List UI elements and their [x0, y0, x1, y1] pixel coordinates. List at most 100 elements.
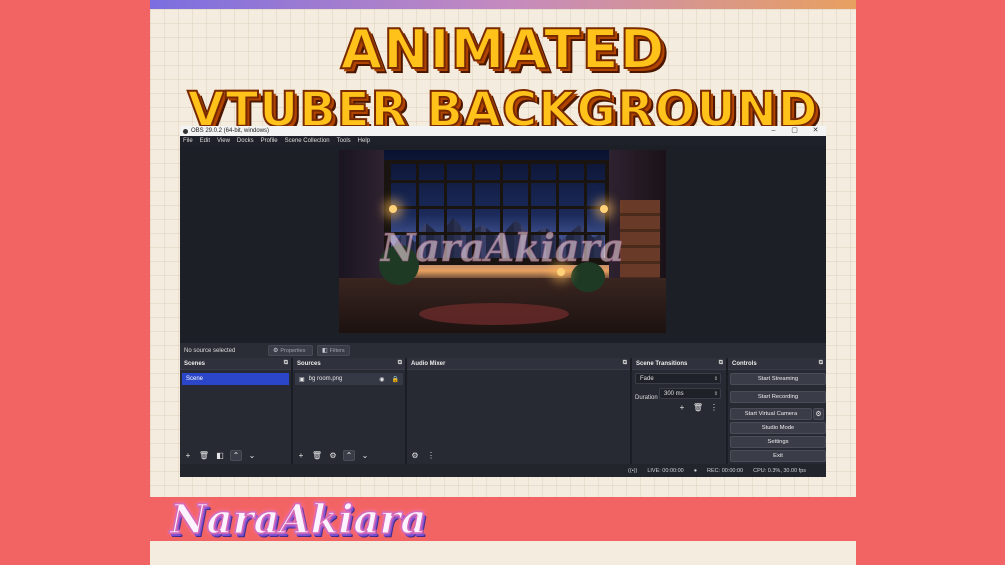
virtual-camera-gear-icon[interactable]: ⚙	[813, 408, 824, 420]
duration-label: Duration	[635, 395, 658, 401]
scene-transitions-dock: Scene Transitions ⧉ Fade ⇕ Duration 300 …	[632, 358, 726, 464]
audio-mixer-dock: Audio Mixer ⧉ ⚙ ⋮	[407, 358, 630, 464]
trash-icon[interactable]: 🗑	[198, 450, 210, 461]
duration-spinbox[interactable]: 300 ms ⇕	[659, 388, 721, 399]
move-up-icon[interactable]: ⌃	[343, 450, 355, 461]
settings-button[interactable]: Settings	[730, 436, 826, 448]
advanced-audio-gear-icon[interactable]: ⚙	[409, 450, 421, 461]
gear-icon[interactable]: ⚙	[327, 450, 339, 461]
no-source-label: No source selected	[184, 347, 236, 354]
scene-preview-image: NaraAkiara	[339, 150, 666, 333]
undock-icon[interactable]: ⧉	[719, 360, 723, 367]
live-icon: ((•))	[628, 467, 638, 474]
gear-icon: ⚙	[273, 348, 279, 354]
source-name: bg room.png	[308, 376, 343, 382]
scenes-toolbar: + 🗑 ◧ ⌃ ⌄	[182, 450, 258, 461]
more-options-icon[interactable]: ⋮	[708, 402, 720, 413]
source-list-item[interactable]: ▣ bg room.png ◉ 🔒	[295, 373, 403, 385]
start-streaming-button[interactable]: Start Streaming	[730, 373, 826, 385]
undock-icon[interactable]: ⧉	[623, 360, 627, 367]
scene-list-item[interactable]: Scene	[182, 373, 289, 385]
close-button[interactable]: ✕	[805, 126, 826, 136]
sources-toolbar: + 🗑 ⚙ ⌃ ⌄	[295, 450, 371, 461]
sources-dock-header: Sources ⧉	[293, 358, 405, 370]
trash-icon[interactable]: 🗑	[311, 450, 323, 461]
maximize-button[interactable]: ▢	[784, 126, 805, 136]
eye-icon[interactable]: ◉	[379, 376, 384, 383]
watermark-signature: NaraAkiara	[380, 225, 625, 271]
lamp-right	[600, 205, 608, 213]
menu-help[interactable]: Help	[358, 138, 370, 144]
duration-value: 300 ms	[664, 390, 684, 397]
scenes-dock: Scenes ⧉ Scene + 🗑 ◧ ⌃ ⌄	[180, 358, 291, 464]
scene-filters-icon[interactable]: ◧	[214, 450, 226, 461]
transition-select[interactable]: Fade ⇕	[635, 373, 721, 384]
scene-transitions-title: Scene Transitions	[636, 360, 688, 367]
undock-icon[interactable]: ⧉	[398, 360, 402, 367]
window-title: OBS 29.0.2 (64-bit, windows)	[191, 128, 270, 134]
rec-icon: ●	[693, 467, 698, 474]
move-up-icon[interactable]: ⌃	[230, 450, 242, 461]
cpu-stats: CPU: 0.3%, 30.00 fps	[753, 467, 806, 474]
obs-window: OBS 29.0.2 (64-bit, windows) – ▢ ✕ File …	[180, 126, 826, 477]
scenes-title: Scenes	[184, 360, 206, 367]
start-virtual-camera-button[interactable]: Start Virtual Camera	[730, 408, 812, 420]
exit-button[interactable]: Exit	[730, 450, 826, 462]
menu-bar: File Edit View Docks Profile Scene Colle…	[180, 136, 826, 145]
brand-signature-logo: NaraAkiara	[169, 495, 427, 544]
controls-dock: Controls ⧉ Start Streaming Start Recordi…	[728, 358, 826, 464]
menu-profile[interactable]: Profile	[261, 138, 278, 144]
menu-docks[interactable]: Docks	[237, 138, 254, 144]
menu-edit[interactable]: Edit	[200, 138, 210, 144]
minimize-button[interactable]: –	[763, 126, 784, 136]
audio-mixer-title: Audio Mixer	[411, 360, 446, 367]
rec-timer: REC: 00:00:00	[707, 467, 744, 474]
more-options-icon[interactable]: ⋮	[425, 450, 437, 461]
undock-icon[interactable]: ⧉	[284, 360, 288, 367]
filter-icon: ◧	[322, 348, 328, 354]
filters-button[interactable]: ◧ Filters	[317, 345, 350, 356]
menu-view[interactable]: View	[217, 138, 230, 144]
transitions-toolbar: + 🗑 ⋮	[676, 402, 720, 413]
select-arrows-icon: ⇕	[713, 375, 718, 382]
scenes-dock-header: Scenes ⧉	[180, 358, 291, 370]
live-timer: LIVE: 00:00:00	[647, 467, 684, 474]
undock-icon[interactable]: ⧉	[819, 360, 823, 367]
audio-mixer-toolbar: ⚙ ⋮	[409, 450, 437, 461]
add-icon[interactable]: +	[295, 450, 307, 461]
window-titlebar: OBS 29.0.2 (64-bit, windows) – ▢ ✕	[180, 126, 826, 136]
studio-mode-button[interactable]: Studio Mode	[730, 422, 826, 434]
controls-title: Controls	[732, 360, 757, 367]
controls-header: Controls ⧉	[728, 358, 826, 370]
move-down-icon[interactable]: ⌄	[246, 450, 258, 461]
add-icon[interactable]: +	[182, 450, 194, 461]
obs-logo-icon	[183, 128, 188, 134]
lock-icon[interactable]: 🔒	[392, 376, 399, 383]
scene-transitions-header: Scene Transitions ⧉	[632, 358, 726, 370]
audio-mixer-header: Audio Mixer ⧉	[407, 358, 630, 370]
banner-title-line1: ANIMATED	[340, 17, 666, 82]
transition-value: Fade	[640, 375, 654, 382]
docks-area: Scenes ⧉ Scene + 🗑 ◧ ⌃ ⌄ Sources ⧉ ▣ bg …	[180, 358, 826, 464]
properties-label: Properties	[280, 347, 306, 354]
grid-paper-strip	[150, 541, 856, 565]
sources-title: Sources	[297, 360, 321, 367]
program-preview[interactable]: NaraAkiara	[180, 145, 826, 343]
properties-button[interactable]: ⚙ Properties	[268, 345, 313, 356]
menu-scene-collection[interactable]: Scene Collection	[285, 138, 330, 144]
image-icon: ▣	[299, 376, 305, 383]
source-status-row: No source selected ⚙ Properties ◧ Filter…	[180, 343, 826, 358]
sources-dock: Sources ⧉ ▣ bg room.png ◉ 🔒 + 🗑 ⚙ ⌃ ⌄	[293, 358, 405, 464]
trash-icon[interactable]: 🗑	[692, 402, 704, 413]
start-recording-button[interactable]: Start Recording	[730, 391, 826, 403]
menu-tools[interactable]: Tools	[337, 138, 351, 144]
top-gradient-bar	[150, 0, 856, 9]
add-icon[interactable]: +	[676, 402, 688, 413]
lamp-left	[389, 205, 397, 213]
spin-arrows-icon: ⇕	[713, 390, 718, 397]
status-bar: ((•)) LIVE: 00:00:00 ● REC: 00:00:00 CPU…	[180, 464, 826, 477]
move-down-icon[interactable]: ⌄	[359, 450, 371, 461]
rug	[419, 303, 569, 325]
filters-label: Filters	[329, 347, 345, 354]
menu-file[interactable]: File	[183, 138, 193, 144]
